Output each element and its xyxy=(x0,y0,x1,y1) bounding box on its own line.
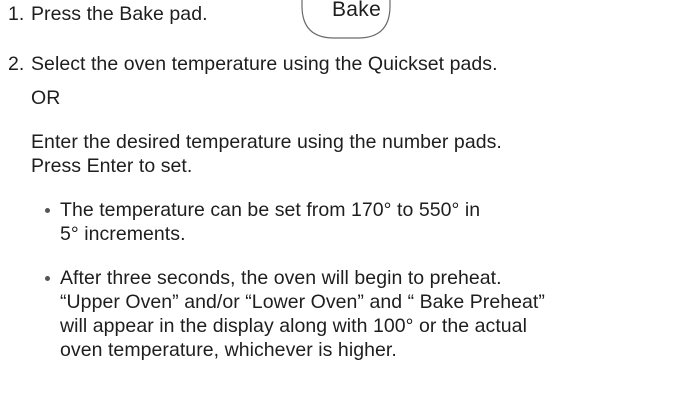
step-2-number: 2. xyxy=(8,53,25,75)
bake-pad-label: Bake xyxy=(332,0,382,21)
bullet-1-line-1: The temperature can be set from 170° to … xyxy=(60,199,481,221)
bullet-2-line-4: oven temperature, whichever is higher. xyxy=(60,339,397,361)
step-1-number: 1. xyxy=(8,3,25,25)
step-2-alt-line-2: Press Enter to set. xyxy=(31,155,193,177)
step-2-or: OR xyxy=(31,87,61,109)
bullet-2-line-2: “Upper Oven” and/or “Lower Oven” and “ B… xyxy=(60,291,545,313)
bullet-2-line-1: After three seconds, the oven will begin… xyxy=(60,267,502,289)
bullet-dot-icon xyxy=(45,208,50,213)
step-2-alt-line-1: Enter the desired temperature using the … xyxy=(31,131,502,153)
bullet-1-line-2: 5° increments. xyxy=(60,223,186,245)
instruction-page: 1. Press the Bake pad. Bake 2. Select th… xyxy=(0,0,697,409)
bake-pad-illustration: Bake xyxy=(300,0,392,39)
bullet-dot-icon xyxy=(45,276,50,281)
bullet-2-line-3: will appear in the display along with 10… xyxy=(60,315,527,337)
step-1-text: Press the Bake pad. xyxy=(31,3,208,25)
step-2-text: Select the oven temperature using the Qu… xyxy=(31,53,498,75)
